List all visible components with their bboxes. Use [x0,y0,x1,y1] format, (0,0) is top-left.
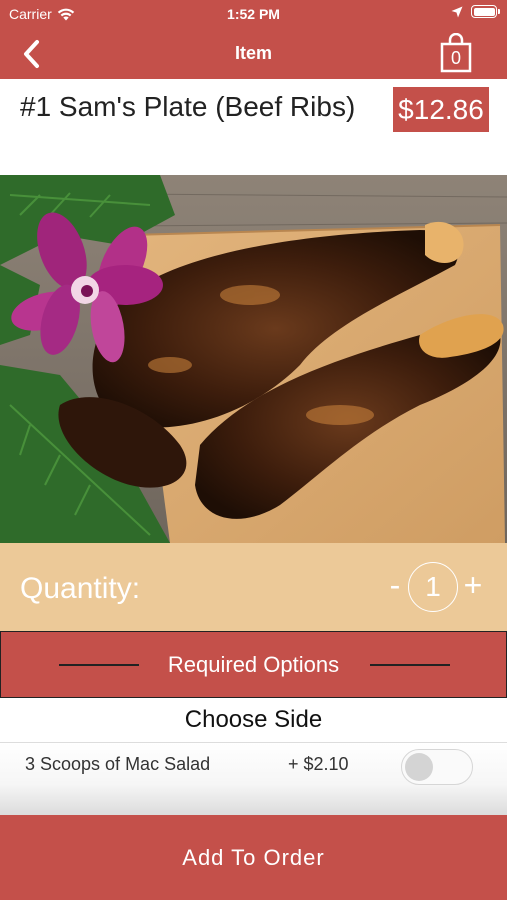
item-photo [0,175,507,543]
add-to-order-button[interactable]: Add To Order [0,815,507,900]
food-photo-illustration [0,175,507,543]
quantity-label: Quantity: [20,572,141,605]
quantity-bar: Quantity: - 1 + [0,543,507,632]
status-bar: Carrier 1:52 PM [0,0,507,28]
status-right [451,5,500,18]
quantity-decrement-button[interactable]: - [385,567,405,604]
battery-icon [471,5,500,18]
required-options-header: Required Options [0,631,507,698]
divider-right [370,664,450,666]
clock: 1:52 PM [227,6,280,22]
location-arrow-icon [451,6,463,17]
quantity-value: 1 [408,562,458,612]
option-price: + $2.10 [288,754,349,774]
item-screen: Carrier 1:52 PM Item 0 #1 Sam's Plate (B… [0,0,507,900]
option-name: 3 Scoops of Mac Salad [25,754,211,774]
quantity-increment-button[interactable]: + [462,567,484,604]
quantity-value-text: 1 [425,571,441,602]
option-group-title: Choose Side [0,698,507,742]
item-title: #1 Sam's Plate (Beef Ribs) [20,91,356,122]
toggle-knob [405,753,433,781]
page-title: Item [234,43,272,63]
option-toggle[interactable] [401,749,473,785]
cart-button[interactable]: 0 [439,33,473,73]
option-row[interactable]: 3 Scoops of Mac Salad + $2.10 [0,742,507,818]
price-badge: $12.86 [393,87,489,132]
cart-count: 0 [450,48,461,68]
navigation-bar: Item 0 [0,28,507,79]
